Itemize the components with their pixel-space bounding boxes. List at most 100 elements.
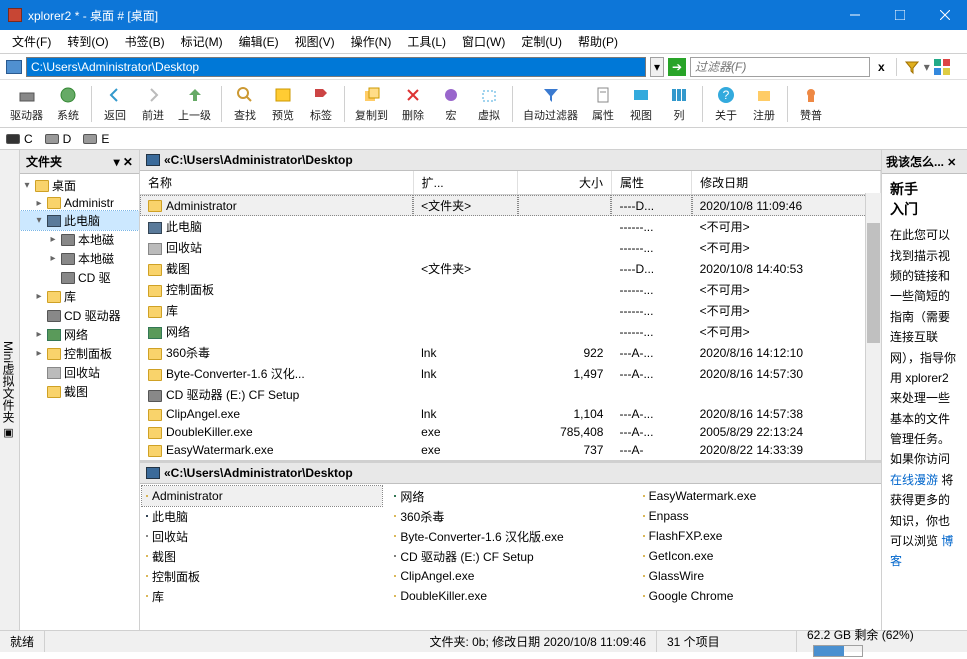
grid-item[interactable]: Enpass: [639, 506, 879, 526]
go-button[interactable]: ➔: [668, 58, 686, 76]
column-header[interactable]: 扩...: [413, 171, 517, 195]
column-header[interactable]: 大小: [518, 171, 612, 195]
grid-item[interactable]: FlashFXP.exe: [639, 526, 879, 546]
mini-virtual-tab[interactable]: Mini虚拟文件夹 ▣: [0, 150, 20, 630]
tree-node[interactable]: 截图: [20, 382, 139, 401]
grid-item[interactable]: 网络: [390, 486, 630, 506]
tree-node[interactable]: ▾桌面: [20, 176, 139, 195]
grid-item[interactable]: DoubleKiller.exe: [390, 586, 630, 606]
toolbar-驱动器[interactable]: 驱动器: [4, 83, 49, 125]
scrollbar-thumb[interactable]: [867, 223, 880, 343]
menu-item[interactable]: 书签(B): [117, 31, 173, 52]
table-row[interactable]: Byte-Converter-1.6 汉化...lnk1,497---A-...…: [140, 363, 881, 384]
menu-item[interactable]: 文件(F): [4, 31, 59, 52]
table-row[interactable]: CD 驱动器 (E:) CF Setup: [140, 384, 881, 405]
table-row[interactable]: 控制面板------...<不可用>: [140, 279, 881, 300]
clear-filter-button[interactable]: x: [874, 60, 889, 74]
grid-item[interactable]: ClipAngel.exe: [390, 566, 630, 586]
toolbar-前进[interactable]: 前进: [134, 83, 172, 125]
toolbar-上一级[interactable]: 上一级: [172, 83, 217, 125]
grid-item[interactable]: GetIcon.exe: [639, 546, 879, 566]
help-link-tour[interactable]: 在线漫游: [890, 473, 938, 487]
grid-item[interactable]: 库: [142, 586, 382, 606]
menu-item[interactable]: 编辑(E): [231, 31, 287, 52]
table-row[interactable]: 截图<文件夹>----D...2020/10/8 14:40:53: [140, 258, 881, 279]
menu-item[interactable]: 帮助(P): [570, 31, 626, 52]
drive-D[interactable]: D: [45, 132, 72, 146]
toolbar-注册[interactable]: 注册: [745, 83, 783, 125]
tree-node[interactable]: ▸控制面板: [20, 344, 139, 363]
toolbar-系统[interactable]: 系统: [49, 83, 87, 125]
toolbar-虚拟[interactable]: 虚拟: [470, 83, 508, 125]
grid-item[interactable]: 回收站: [142, 526, 382, 546]
tree-node[interactable]: ▸Administr: [20, 195, 139, 211]
address-dropdown-button[interactable]: ▾: [650, 57, 664, 77]
menu-item[interactable]: 窗口(W): [454, 31, 513, 52]
grid-item[interactable]: 360杀毒: [390, 506, 630, 526]
toolbar-查找[interactable]: 查找: [226, 83, 264, 125]
drive-C[interactable]: C: [6, 132, 33, 146]
table-row[interactable]: 库------...<不可用>: [140, 300, 881, 321]
top-breadcrumb[interactable]: «C:\Users\Administrator\Desktop: [140, 150, 881, 171]
column-header[interactable]: 属性: [611, 171, 691, 195]
menu-item[interactable]: 操作(N): [343, 31, 400, 52]
tree-node[interactable]: CD 驱: [20, 268, 139, 287]
file-list[interactable]: 名称扩...大小属性修改日期Administrator<文件夹>----D...…: [140, 171, 881, 460]
tree-node[interactable]: 回收站: [20, 363, 139, 382]
table-row[interactable]: Administrator<文件夹>----D...2020/10/8 11:0…: [140, 195, 881, 217]
toolbar-赞普[interactable]: 赞普: [792, 83, 830, 125]
bottom-breadcrumb[interactable]: «C:\Users\Administrator\Desktop: [140, 463, 881, 484]
table-row[interactable]: 回收站------...<不可用>: [140, 237, 881, 258]
toolbar-宏[interactable]: 宏: [432, 83, 470, 125]
column-header[interactable]: 名称: [140, 171, 413, 195]
toolbar-返回[interactable]: 返回: [96, 83, 134, 125]
funnel-icon[interactable]: [904, 59, 920, 75]
grid-item[interactable]: 控制面板: [142, 566, 382, 586]
toolbar-视图[interactable]: 视图: [622, 83, 660, 125]
tree-node[interactable]: ▸网络: [20, 325, 139, 344]
tree-node[interactable]: ▸库: [20, 287, 139, 306]
tree-node[interactable]: ▸本地磁: [20, 230, 139, 249]
filter-input[interactable]: [690, 57, 870, 77]
tree-node[interactable]: ▾此电脑: [20, 211, 139, 230]
maximize-button[interactable]: [877, 0, 922, 30]
grid-item[interactable]: EasyWatermark.exe: [639, 486, 879, 506]
menu-item[interactable]: 转到(O): [59, 31, 116, 52]
view-grid-button[interactable]: [934, 59, 950, 75]
table-row[interactable]: EasyWatermark.exeexe737---A-2020/8/22 14…: [140, 441, 881, 459]
toolbar-复制到[interactable]: 复制到: [349, 83, 394, 125]
grid-item[interactable]: Byte-Converter-1.6 汉化版.exe: [390, 526, 630, 546]
icon-grid[interactable]: Administrator 网络 EasyWatermark.exe 此电脑 360杀毒…: [140, 484, 881, 630]
toolbar-标签[interactable]: 标签: [302, 83, 340, 125]
menu-item[interactable]: 标记(M): [173, 31, 231, 52]
menu-item[interactable]: 定制(U): [513, 31, 570, 52]
scrollbar-vertical[interactable]: [865, 193, 881, 460]
grid-item[interactable]: GlassWire: [639, 566, 879, 586]
grid-item[interactable]: Google Chrome: [639, 586, 879, 606]
table-row[interactable]: 360杀毒lnk922---A-...2020/8/16 14:12:10: [140, 342, 881, 363]
close-button[interactable]: [922, 0, 967, 30]
toolbar-预览[interactable]: 预览: [264, 83, 302, 125]
folder-tree[interactable]: ▾桌面▸Administr▾此电脑▸本地磁▸本地磁CD 驱▸库CD 驱动器▸网络…: [20, 174, 139, 630]
tree-node[interactable]: ▸本地磁: [20, 249, 139, 268]
minimize-button[interactable]: [832, 0, 877, 30]
toolbar-关于[interactable]: ?关于: [707, 83, 745, 125]
table-row[interactable]: DoubleKiller.exeexe785,408---A-...2005/8…: [140, 423, 881, 441]
toolbar-列[interactable]: 列: [660, 83, 698, 125]
table-row[interactable]: 此电脑------...<不可用>: [140, 216, 881, 237]
toolbar-删除[interactable]: 删除: [394, 83, 432, 125]
toolbar-自动过滤器[interactable]: 自动过滤器: [517, 83, 584, 125]
address-input[interactable]: [26, 57, 646, 77]
menu-item[interactable]: 工具(L): [399, 31, 454, 52]
grid-item[interactable]: 截图: [142, 546, 382, 566]
menu-item[interactable]: 视图(V): [287, 31, 343, 52]
table-row[interactable]: 网络------...<不可用>: [140, 321, 881, 342]
drive-E[interactable]: E: [83, 132, 109, 146]
tree-node[interactable]: CD 驱动器: [20, 306, 139, 325]
grid-item[interactable]: 此电脑: [142, 506, 382, 526]
grid-item[interactable]: CD 驱动器 (E:) CF Setup: [390, 546, 630, 566]
toolbar-属性[interactable]: 属性: [584, 83, 622, 125]
column-header[interactable]: 修改日期: [692, 171, 881, 195]
grid-item[interactable]: Administrator: [142, 486, 382, 506]
table-row[interactable]: ClipAngel.exelnk1,104---A-...2020/8/16 1…: [140, 405, 881, 423]
